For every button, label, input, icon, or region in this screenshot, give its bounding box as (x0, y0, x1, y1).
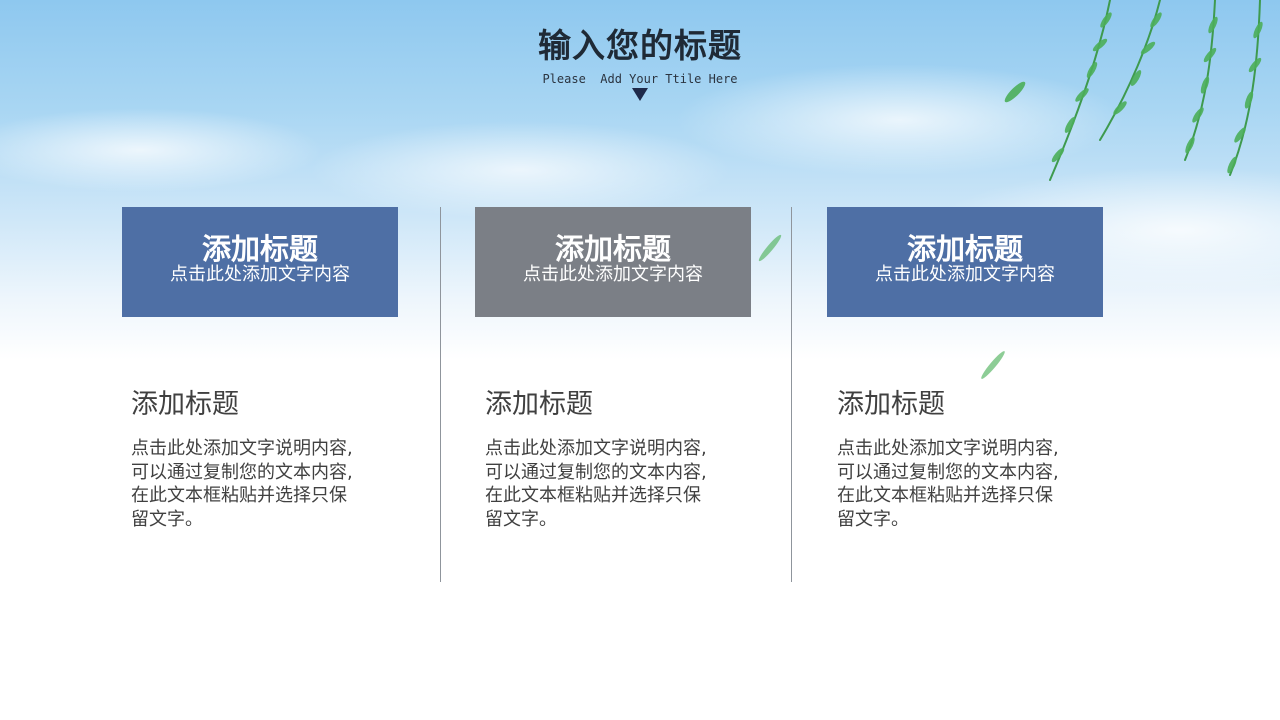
text-column-1: 添加标题 点击此处添加文字说明内容, 可以通过复制您的文本内容, 在此文本框粘贴… (131, 385, 391, 531)
title-card-1[interactable]: 添加标题 点击此处添加文字内容 (122, 207, 398, 317)
card-title: 添加标题 (554, 232, 671, 266)
text-column-2: 添加标题 点击此处添加文字说明内容, 可以通过复制您的文本内容, 在此文本框粘贴… (485, 385, 745, 531)
column-heading[interactable]: 添加标题 (131, 385, 391, 425)
page-subtitle: Please Add Your Ttile Here (542, 72, 738, 86)
card-title: 添加标题 (201, 232, 318, 266)
header: 输入您的标题 Please Add Your Ttile Here (0, 24, 1280, 101)
column-text[interactable]: 点击此处添加文字说明内容, 可以通过复制您的文本内容, 在此文本框粘贴并选择只保… (837, 437, 1097, 531)
column-text[interactable]: 点击此处添加文字说明内容, 可以通过复制您的文本内容, 在此文本框粘贴并选择只保… (131, 437, 391, 531)
column-divider (440, 207, 441, 582)
text-column-3: 添加标题 点击此处添加文字说明内容, 可以通过复制您的文本内容, 在此文本框粘贴… (837, 385, 1097, 531)
card-desc: 点击此处添加文字内容 (170, 264, 350, 285)
card-desc: 点击此处添加文字内容 (523, 264, 703, 285)
card-title: 添加标题 (906, 232, 1023, 266)
title-card-3[interactable]: 添加标题 点击此处添加文字内容 (827, 207, 1103, 317)
leaf-icon (758, 234, 782, 262)
title-card-2[interactable]: 添加标题 点击此处添加文字内容 (475, 207, 751, 317)
card-desc: 点击此处添加文字内容 (875, 264, 1055, 285)
leaf-icon (981, 351, 1005, 379)
column-divider (791, 207, 792, 582)
page-title: 输入您的标题 (538, 26, 742, 65)
down-triangle-icon (632, 88, 648, 101)
column-text[interactable]: 点击此处添加文字说明内容, 可以通过复制您的文本内容, 在此文本框粘贴并选择只保… (485, 437, 745, 531)
column-heading[interactable]: 添加标题 (837, 385, 1097, 425)
column-heading[interactable]: 添加标题 (485, 385, 745, 425)
